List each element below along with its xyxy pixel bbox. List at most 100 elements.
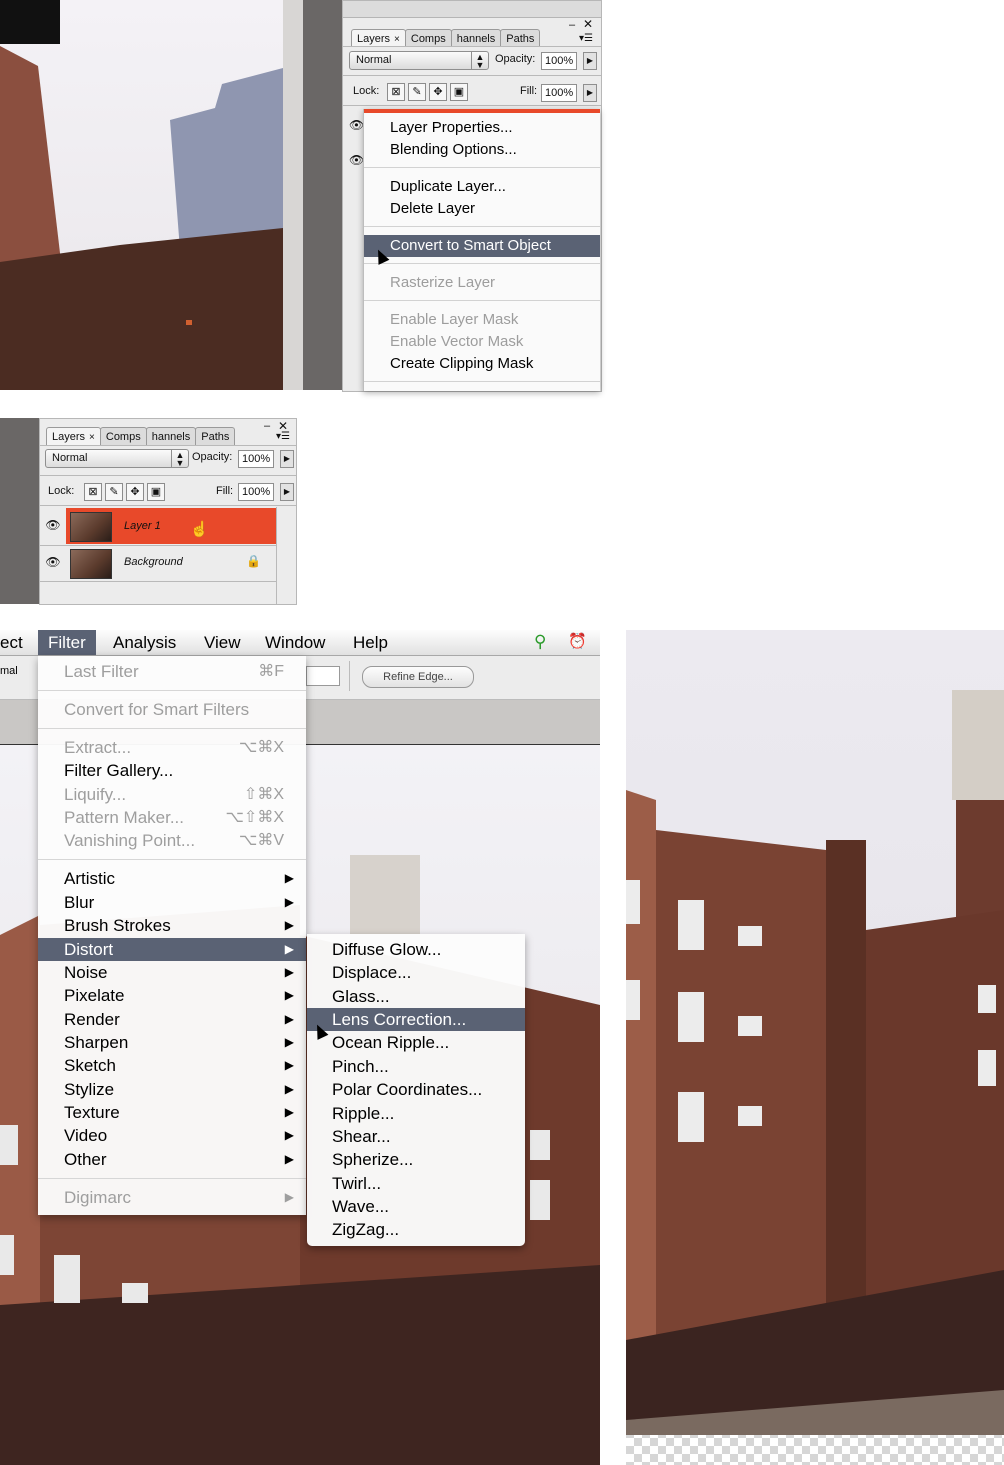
opacity-arrow-icon[interactable]: ▶ [280,450,294,468]
menu-item-last-filter[interactable]: Last Filter ⌘F [38,660,306,683]
menu-view[interactable]: View [194,630,251,655]
menu-analysis[interactable]: Analysis [103,630,186,655]
menu-item-video[interactable]: Video ▶ [38,1124,306,1147]
menu-item-spherize[interactable]: Spherize... [307,1148,525,1171]
building-illustration [626,690,1004,1465]
lock-all-icon[interactable]: ▣ [147,483,165,501]
menu-item-layer-properties[interactable]: Layer Properties... [364,117,600,139]
refine-edge-button[interactable]: Refine Edge... [362,666,474,688]
menu-item-convert-to-smart-object[interactable]: Convert to Smart Object [364,235,600,257]
menu-item-enable-layer-mask[interactable]: Enable Layer Mask [364,309,600,331]
options-input[interactable] [306,666,340,686]
item-shortcut: ⌥⌘V [238,832,284,849]
layer-thumbnail [70,512,112,542]
fill-arrow-icon[interactable]: ▶ [583,84,597,102]
menu-item-texture[interactable]: Texture ▶ [38,1101,306,1124]
menu-item-ocean-ripple[interactable]: Ocean Ripple... [307,1031,525,1054]
menu-item-artistic[interactable]: Artistic ▶ [38,867,306,890]
options-mode-value: mal [0,665,18,677]
tab-paths[interactable]: Paths [195,427,236,445]
lock-position-icon[interactable]: ✥ [429,83,447,101]
layer-row-layer1[interactable]: 👁 Layer 1 ☝ [40,508,276,544]
fill-arrow-icon[interactable]: ▶ [280,483,294,501]
lock-position-icon[interactable]: ✥ [126,483,144,501]
lock-image-icon[interactable]: ✎ [408,83,426,101]
panel-menu-icon[interactable]: ▾☰ [579,33,593,44]
eye-icon[interactable]: 👁 [349,118,364,132]
menu-item-pattern-maker[interactable]: Pattern Maker... ⌥⇧⌘X [38,806,306,829]
blend-mode-select[interactable]: Normal ▲ ▼ [349,51,489,70]
menu-item-vanishing-point[interactable]: Vanishing Point... ⌥⌘V [38,829,306,852]
menu-item-brush-strokes[interactable]: Brush Strokes ▶ [38,914,306,937]
menu-item-other[interactable]: Other ▶ [38,1148,306,1171]
menu-item-stylize[interactable]: Stylize ▶ [38,1078,306,1101]
menu-item-render[interactable]: Render ▶ [38,1008,306,1031]
layer-row-background[interactable]: 👁 Background 🔒 [40,545,276,581]
eye-icon[interactable]: 👁 [349,153,364,167]
menu-item-sketch[interactable]: Sketch ▶ [38,1054,306,1077]
menu-item-delete-layer[interactable]: Delete Layer [364,198,600,220]
lock-transparent-icon[interactable]: ⊠ [84,483,102,501]
menu-item-noise[interactable]: Noise ▶ [38,961,306,984]
menu-item-shear[interactable]: Shear... [307,1125,525,1148]
menu-item-filter-gallery[interactable]: Filter Gallery... [38,759,306,782]
lock-transparent-icon[interactable]: ⊠ [387,83,405,101]
clock-icon[interactable]: ⏰ [568,632,587,650]
menu-item-twirl[interactable]: Twirl... [307,1172,525,1195]
opacity-input[interactable]: 100% [238,450,275,468]
lock-all-icon[interactable]: ▣ [450,83,468,101]
menu-item-extract[interactable]: Extract... ⌥⌘X [38,736,306,759]
tab-comps[interactable]: Comps [404,29,452,47]
layers-panel-top: ✕ – Layers × Comps hannels Paths ▾☰ Norma… [342,0,602,392]
menu-item-zigzag[interactable]: ZigZag... [307,1218,525,1241]
menu-item-pixelate[interactable]: Pixelate ▶ [38,984,306,1007]
tab-layers[interactable]: Layers × [351,29,406,47]
menu-item-diffuse-glow[interactable]: Diffuse Glow... [307,938,525,961]
tab-channels[interactable]: hannels [145,427,197,445]
menu-item-convert-for-smart-filters[interactable]: Convert for Smart Filters [38,698,306,721]
blend-mode-select[interactable]: Normal ▲ ▼ [45,449,189,468]
menu-item-digimarc[interactable]: Digimarc ▶ [38,1186,306,1209]
layer-thumbnail [70,549,112,579]
eye-icon[interactable]: 👁 [44,518,62,532]
menu-item-lens-correction[interactable]: Lens Correction... [307,1008,525,1031]
menu-item-pinch[interactable]: Pinch... [307,1055,525,1078]
menu-item-distort[interactable]: Distort ▶ [38,938,306,961]
menu-item-blur[interactable]: Blur ▶ [38,891,306,914]
tab-comps[interactable]: Comps [99,427,147,445]
fill-input[interactable]: 100% [238,483,275,501]
menu-window[interactable]: Window [255,630,335,655]
menu-item-duplicate-layer[interactable]: Duplicate Layer... [364,176,600,198]
menu-filter[interactable]: Filter [38,630,96,655]
menu-item-liquify[interactable]: Liquify... ⇧⌘X [38,783,306,806]
tab-layers[interactable]: Layers × [46,427,101,445]
panel-close-icon[interactable]: ✕ [583,17,593,31]
menu-item-ripple[interactable]: Ripple... [307,1102,525,1125]
item-label: Filter Gallery... [64,761,174,780]
menu-item-displace[interactable]: Displace... [307,961,525,984]
tab-close-icon[interactable]: × [394,34,400,45]
tab-paths[interactable]: Paths [500,29,541,47]
opacity-arrow-icon[interactable]: ▶ [583,52,597,70]
menu-item-rasterize-layer[interactable]: Rasterize Layer [364,272,600,294]
menu-select[interactable]: ect [0,630,33,655]
menu-item-glass[interactable]: Glass... [307,985,525,1008]
eye-icon[interactable]: 👁 [44,555,62,569]
menu-item-polar-coordinates[interactable]: Polar Coordinates... [307,1078,525,1101]
menu-help[interactable]: Help [343,630,398,655]
menu-item-wave[interactable]: Wave... [307,1195,525,1218]
tab-close-icon[interactable]: × [89,432,95,443]
tab-channels[interactable]: hannels [450,29,502,47]
lock-image-icon[interactable]: ✎ [105,483,123,501]
pin-icon[interactable]: ⚲ [534,632,546,652]
menu-item-create-clipping-mask[interactable]: Create Clipping Mask [364,353,600,375]
panel-minimize-icon[interactable]: – [264,420,270,432]
scrollbar-track[interactable] [276,507,277,604]
menu-item-blending-options[interactable]: Blending Options... [364,139,600,161]
menu-item-sharpen[interactable]: Sharpen ▶ [38,1031,306,1054]
menu-item-enable-vector-mask[interactable]: Enable Vector Mask [364,331,600,353]
fill-input[interactable]: 100% [541,84,578,102]
panel-minimize-icon[interactable]: – [569,19,575,31]
opacity-input[interactable]: 100% [541,52,578,70]
panel-menu-icon[interactable]: ▾☰ [276,431,290,442]
